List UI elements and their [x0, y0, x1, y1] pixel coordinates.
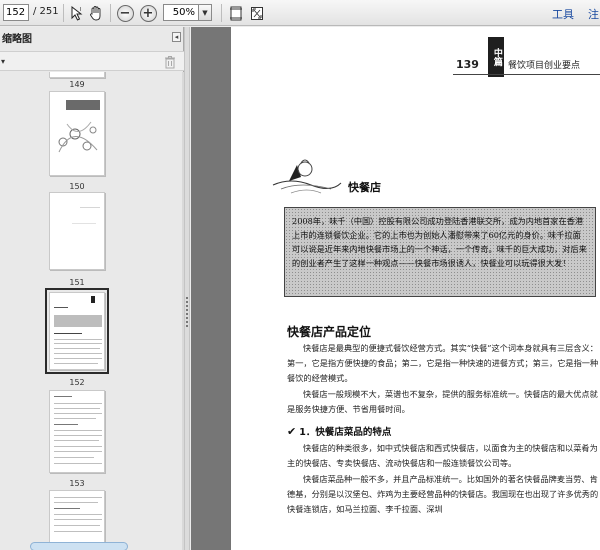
thumbnail-label: 152 [69, 378, 85, 387]
fit-width-button[interactable] [226, 3, 246, 23]
thumbnail-panel: 缩略图 ◂ ▾ 149 150 151 152 153 [0, 27, 185, 550]
thumbnail-label: 153 [69, 479, 85, 488]
splitter-grip-icon [186, 297, 188, 327]
options-chevron-icon[interactable]: ▾ [1, 57, 5, 66]
toolbar-separator [63, 4, 64, 22]
svg-text:I: I [80, 7, 81, 13]
document-page: 139 中篇 餐饮项目创业要点 快餐店 2008年，味千（中国）控股有限公司成功… [231, 27, 600, 550]
chevron-down-icon: ▼ [202, 8, 208, 17]
status-indicator [30, 542, 128, 550]
fit-width-icon [230, 6, 242, 20]
thumbnail-page-selected[interactable] [45, 288, 109, 374]
panel-title: 缩略图 [2, 34, 32, 45]
thumbnail-label: 150 [69, 182, 85, 191]
paragraph: 快餐店是最典型的便捷式餐饮经营方式。其实“快餐”这个词本身就具有三层含义：第一，… [287, 343, 599, 383]
subheading-text: 1．快餐店菜品的特点 [299, 427, 392, 438]
page-total: / 251 [33, 6, 59, 17]
header-page-number: 139 [456, 58, 479, 71]
header-title: 餐饮项目创业要点 [508, 61, 581, 71]
subheading: ✔ 1．快餐店菜品的特点 [287, 424, 391, 438]
paragraph: 快餐店一般规模不大，菜谱也不复杂，提供的服务标准统一。快餐店的最大优点就是服务快… [287, 389, 598, 414]
comment-menu[interactable]: 注 [588, 6, 599, 22]
document-view[interactable]: 139 中篇 餐饮项目创业要点 快餐店 2008年，味千（中国）控股有限公司成功… [191, 27, 600, 550]
toolbar-separator [221, 4, 222, 22]
tools-menu[interactable]: 工具 [552, 6, 574, 22]
cursor-icon: I [71, 5, 83, 21]
thumbnail-list: 149 150 151 152 153 [0, 72, 182, 550]
collapse-panel-button[interactable]: ◂ [172, 32, 181, 42]
thumbnail-page[interactable] [49, 91, 105, 176]
heading-positioning: 快餐店产品定位 [287, 325, 372, 339]
select-tool-button[interactable]: I [67, 3, 87, 23]
zoom-out-button[interactable]: − [115, 3, 135, 23]
zoom-in-button[interactable]: + [138, 3, 158, 23]
plus-icon: + [139, 4, 157, 22]
checkmark-icon: ✔ [287, 425, 297, 438]
fit-page-icon [251, 6, 263, 20]
header-chapter-tab: 中篇 [488, 37, 504, 77]
minus-icon: − [116, 4, 134, 22]
panel-toolbar: ▾ [0, 51, 184, 71]
header-rule [453, 74, 600, 75]
thumbnail-page[interactable] [49, 490, 105, 550]
zoom-dropdown-button[interactable]: ▼ [199, 4, 212, 21]
thumbnail-label: 149 [69, 80, 85, 89]
toolbar-separator [110, 4, 111, 22]
thumbnail-label: 151 [69, 278, 85, 287]
thumbnail-page[interactable] [49, 72, 105, 78]
page-number-input[interactable] [3, 4, 29, 21]
hand-tool-button[interactable] [86, 3, 106, 23]
paragraph: 快餐店菜品种一般不多，并且产品标准统一。比如国外的著名快餐品牌麦当劳、肯德基，分… [287, 474, 599, 514]
header-tab-text: 中篇 [491, 48, 502, 66]
section-title: 快餐店 [348, 181, 381, 194]
section-decoration-icon [272, 159, 342, 194]
panel-splitter[interactable] [184, 27, 190, 550]
paragraph: 快餐店的种类很多，如中式快餐店和西式快餐店，以面食为主的快餐店和以菜肴为主的快餐… [287, 443, 598, 468]
trash-icon[interactable] [163, 55, 177, 69]
fit-page-button[interactable] [247, 3, 267, 23]
thumbnail-page[interactable] [49, 390, 105, 473]
zoom-input[interactable] [163, 4, 199, 21]
illustration-graphic [58, 121, 98, 153]
chevron-left-icon: ◂ [174, 33, 179, 41]
toolbar: / 251 I − + ▼ 工具 注 [0, 0, 600, 26]
hand-icon [89, 6, 100, 21]
thumbnail-page[interactable] [49, 192, 105, 270]
intro-box: 2008年，味千（中国）控股有限公司成功登陆香港联交所，成为内地首家在香港上市的… [284, 207, 596, 297]
